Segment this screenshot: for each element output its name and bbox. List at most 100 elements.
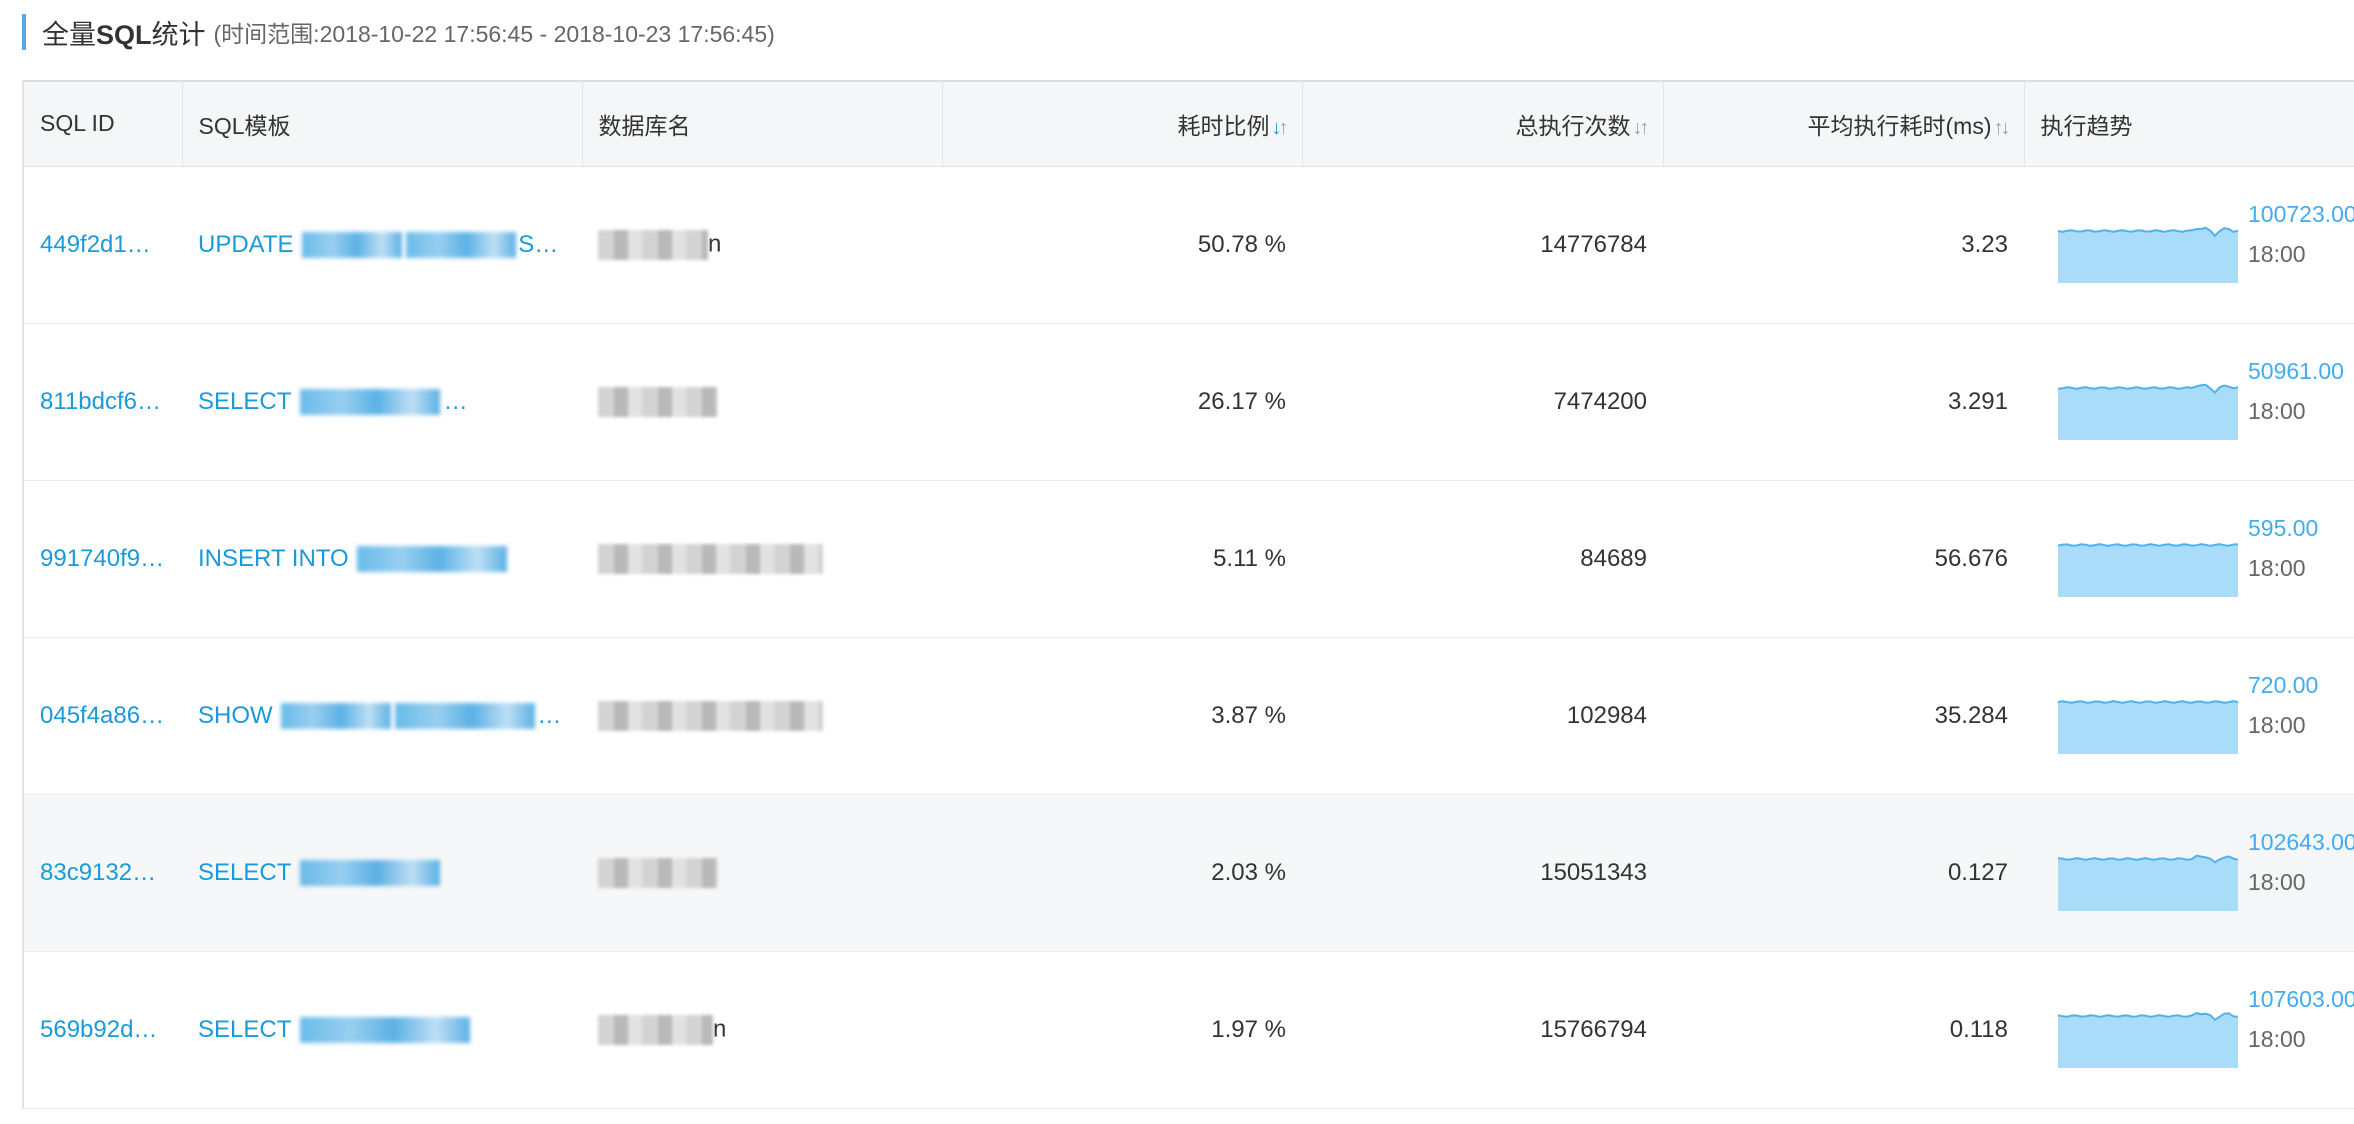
time-ratio-cell: 5.11 % bbox=[942, 480, 1302, 638]
database-cell: n bbox=[582, 951, 942, 1109]
redacted-database bbox=[598, 386, 718, 417]
trend-time-label: 18:00 bbox=[2248, 397, 2306, 424]
time-ratio-cell: 26.17 % bbox=[942, 323, 1302, 481]
column-header-sql-template: SQL模板 bbox=[182, 82, 583, 167]
sql-template-link[interactable]: INSERT INTO bbox=[182, 480, 582, 638]
column-header-time-ratio[interactable]: 耗时比例 ↓↑ bbox=[942, 82, 1303, 167]
trend-sparkline[interactable]: 720.00 18:00 bbox=[2058, 638, 2354, 794]
redacted-text bbox=[281, 703, 392, 730]
sparkline-area bbox=[2058, 855, 2238, 911]
template-prefix: INSERT INTO bbox=[198, 544, 349, 572]
avg-time-cell: 56.676 bbox=[1663, 480, 2024, 638]
template-prefix: SELECT bbox=[198, 1015, 291, 1043]
sql-id-link[interactable]: 449f2d1… bbox=[24, 166, 182, 324]
avg-time-cell: 3.23 bbox=[1663, 166, 2024, 324]
sql-template-link[interactable]: SELECT bbox=[182, 951, 582, 1109]
sql-template-link[interactable]: SHOW … bbox=[182, 637, 582, 795]
trend-time-label: 18:00 bbox=[2248, 711, 2306, 738]
sparkline-svg bbox=[2058, 1011, 2238, 1068]
sparkline-svg bbox=[2058, 226, 2238, 283]
sparkline-svg bbox=[2058, 854, 2238, 911]
template-suffix: … bbox=[537, 701, 562, 729]
sparkline-svg bbox=[2058, 542, 2238, 597]
table-row[interactable]: 045f4a86… SHOW … 3.87 % 102984 35.284 72… bbox=[24, 637, 2354, 795]
total-exec-cell: 102984 bbox=[1302, 637, 1663, 795]
redacted-database bbox=[598, 857, 718, 888]
trend-peak-value: 50961.00 bbox=[2248, 357, 2344, 384]
title-en: SQL bbox=[96, 19, 152, 50]
trend-sparkline[interactable]: 50961.00 18:00 bbox=[2058, 324, 2354, 480]
sql-stats-page: 全量SQL统计 (时间范围:2018-10-22 17:56:45 - 2018… bbox=[0, 0, 2354, 1124]
sort-icon[interactable]: ↓↑ bbox=[1272, 117, 1289, 139]
redacted-database bbox=[598, 229, 708, 260]
template-suffix: … bbox=[555, 387, 580, 415]
sparkline-area bbox=[2058, 700, 2238, 754]
redacted-text bbox=[299, 389, 440, 416]
avg-time-cell: 3.291 bbox=[1663, 323, 2024, 481]
trend-time-label: 18:00 bbox=[2248, 240, 2306, 267]
column-header-database: 数据库名 bbox=[582, 82, 943, 167]
template-suffix: SET la… bbox=[518, 230, 582, 258]
sql-id-link[interactable]: 045f4a86… bbox=[24, 637, 182, 795]
database-cell: n bbox=[582, 166, 942, 324]
database-cell bbox=[582, 794, 942, 952]
trend-time-label: 18:00 bbox=[2248, 554, 2306, 581]
sparkline-area bbox=[2058, 1012, 2238, 1068]
table-row[interactable]: 811bdcf6… SELECT … 26.17 % 7474200 3.291… bbox=[24, 323, 2354, 481]
trend-sparkline[interactable]: 107603.00 18:00 bbox=[2058, 952, 2354, 1108]
redacted-database bbox=[598, 543, 823, 574]
sort-icon[interactable]: ↓↑ bbox=[1633, 117, 1650, 139]
time-ratio-cell: 2.03 % bbox=[942, 794, 1302, 952]
database-cell bbox=[582, 323, 942, 481]
redacted-database bbox=[598, 1014, 713, 1045]
redacted-text bbox=[357, 546, 508, 573]
sort-icon[interactable]: ↑↓ bbox=[1994, 117, 2011, 139]
title-prefix: 全量 bbox=[42, 19, 96, 50]
total-exec-cell: 84689 bbox=[1302, 480, 1663, 638]
trend-cell: 50961.00 18:00 bbox=[2024, 323, 2354, 481]
template-prefix: SELECT bbox=[198, 858, 291, 886]
table-row[interactable]: 83c9132… SELECT 2.03 % 15051343 0.127 10… bbox=[24, 794, 2354, 952]
sql-template-link[interactable]: UPDATE SET la… bbox=[182, 166, 582, 324]
column-label: 数据库名 bbox=[598, 112, 691, 139]
total-exec-cell: 15766794 bbox=[1302, 951, 1663, 1109]
section-title: 全量SQL统计 bbox=[42, 13, 206, 52]
avg-time-cell: 35.284 bbox=[1663, 637, 2024, 795]
redacted-text bbox=[406, 232, 517, 259]
database-cell bbox=[582, 637, 942, 795]
time-ratio-cell: 1.97 % bbox=[942, 951, 1302, 1109]
avg-time-cell: 0.118 bbox=[1663, 951, 2024, 1109]
trend-sparkline[interactable]: 595.00 18:00 bbox=[2058, 481, 2354, 637]
trend-sparkline[interactable]: 100723.00 18:00 bbox=[2058, 167, 2354, 323]
trend-peak-value: 595.00 bbox=[2248, 514, 2319, 541]
sql-id-link[interactable]: 991740f9… bbox=[24, 480, 182, 638]
sparkline-area bbox=[2058, 384, 2238, 440]
redacted-text bbox=[302, 232, 403, 259]
table-header-row: SQL ID SQL模板 数据库名 耗时比例 ↓↑ 总执行次数 ↓↑ 平均执行耗时(… bbox=[24, 82, 2354, 167]
template-prefix: UPDATE bbox=[198, 230, 294, 258]
column-label: 耗时比例 bbox=[1177, 112, 1270, 139]
database-tail: n bbox=[708, 229, 722, 257]
sparkline-area bbox=[2058, 543, 2238, 597]
template-prefix: SELECT bbox=[198, 387, 291, 415]
trend-peak-value: 107603.00 bbox=[2248, 985, 2354, 1012]
sql-id-link[interactable]: 811bdcf6… bbox=[24, 323, 182, 481]
time-ratio-cell: 3.87 % bbox=[942, 637, 1302, 795]
trend-peak-value: 720.00 bbox=[2248, 671, 2319, 698]
sql-id-link[interactable]: 83c9132… bbox=[24, 794, 182, 952]
column-label: 平均执行耗时(ms) bbox=[1807, 112, 1992, 139]
trend-sparkline[interactable]: 102643.00 18:00 bbox=[2058, 795, 2354, 951]
sql-template-link[interactable]: SELECT … bbox=[182, 323, 582, 481]
trend-cell: 102643.00 18:00 bbox=[2024, 794, 2354, 952]
redacted-database bbox=[598, 700, 823, 731]
table-row[interactable]: 449f2d1… UPDATE SET la… n 50.78 % 147767… bbox=[24, 166, 2354, 324]
redacted-text bbox=[299, 860, 440, 887]
sparkline-svg bbox=[2058, 699, 2238, 754]
table-row[interactable]: 569b92d… SELECT n 1.97 % 15766794 0.118 … bbox=[24, 951, 2354, 1109]
sql-id-link[interactable]: 569b92d… bbox=[24, 951, 182, 1109]
redacted-text bbox=[299, 1017, 470, 1044]
table-row[interactable]: 991740f9… INSERT INTO 5.11 % 84689 56.67… bbox=[24, 480, 2354, 638]
column-header-avg-exec-time[interactable]: 平均执行耗时(ms) ↑↓ bbox=[1663, 82, 2025, 167]
sql-template-link[interactable]: SELECT bbox=[182, 794, 582, 952]
column-header-total-exec[interactable]: 总执行次数 ↓↑ bbox=[1302, 82, 1664, 167]
